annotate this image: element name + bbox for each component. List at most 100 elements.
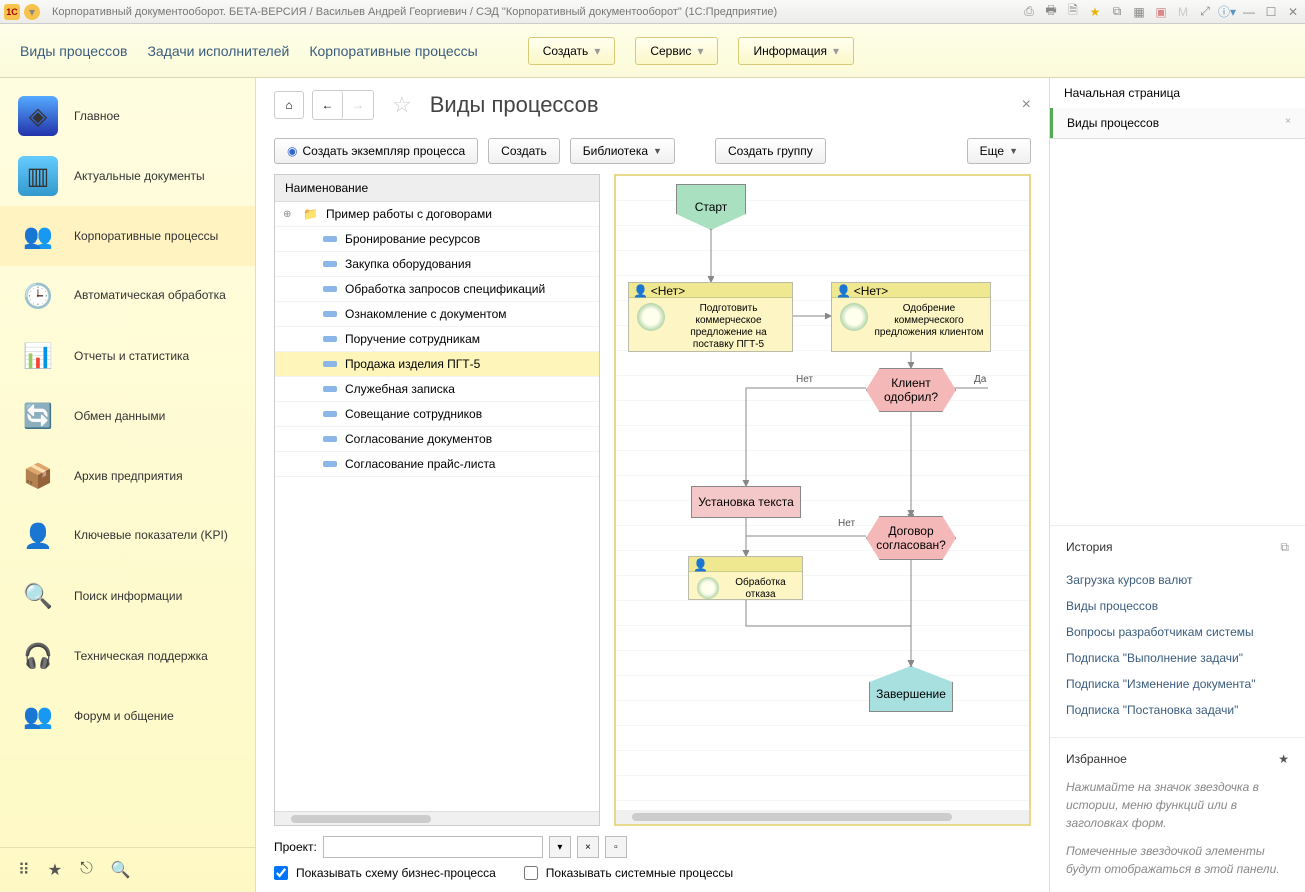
m-icon[interactable]: M [1175,4,1191,20]
edge-no-1: Нет [796,374,813,385]
show-system-checkbox[interactable]: Показывать системные процессы [524,866,733,880]
history-link[interactable]: Вопросы разработчикам системы [1066,619,1289,645]
sidebar-item-main[interactable]: ◈Главное [0,86,255,146]
create-group-button[interactable]: Создать группу [715,138,826,164]
history-link[interactable]: Подписка "Постановка задачи" [1066,697,1289,723]
more-button[interactable]: Еще▼ [967,138,1031,164]
forward-button[interactable]: → [343,91,373,119]
close-page-icon[interactable]: × [1022,96,1031,114]
show-schema-checkbox[interactable]: Показывать схему бизнес-процесса [274,866,496,880]
item-icon [323,286,337,292]
dropdown-icon[interactable]: ▾ [24,4,40,20]
sidebar-item-kpi[interactable]: 👤Ключевые показатели (KPI) [0,506,255,566]
home-button[interactable]: ⌂ [274,91,304,119]
history-link[interactable]: Виды процессов [1066,593,1289,619]
project-open-button[interactable]: ▫ [605,836,627,858]
tree-item[interactable]: Продажа изделия ПГТ-5 [275,352,599,377]
print-preview-icon[interactable]: ⎙ [1021,4,1037,20]
tree-item[interactable]: Ознакомление с документом [275,302,599,327]
fav-icon[interactable]: ★ [48,860,62,880]
create-instance-button[interactable]: ◉Создать экземпляр процесса [274,138,478,164]
history-link[interactable]: Подписка "Выполнение задачи" [1066,645,1289,671]
tab-close-icon[interactable]: × [1285,116,1291,130]
app-logo-icon: 1C [4,4,20,20]
project-clear-button[interactable]: × [577,836,599,858]
create-button[interactable]: Создать [488,138,560,164]
favorites-star-icon[interactable]: ★ [1278,752,1289,766]
search-bottom-icon[interactable]: 🔍 [111,860,131,880]
calendar-icon[interactable]: ▣ [1153,4,1169,20]
toolbar-info-button[interactable]: Информация▾ [738,37,854,65]
toolbar-service-button[interactable]: Сервис▾ [635,37,718,65]
project-input[interactable] [323,836,543,858]
sidebar-item-exchange[interactable]: 🔄Обмен данными [0,386,255,446]
user-icon [840,303,868,331]
sidebar-item-auto[interactable]: 🕒Автоматическая обработка [0,266,255,326]
item-icon [323,236,337,242]
node-task-3[interactable]: 👤 Обработка отказа [688,556,803,600]
edge-yes-1: Да [974,374,986,385]
sidebar-item-processes[interactable]: 👥Корпоративные процессы [0,206,255,266]
history-expand-icon[interactable]: ⧉ [1280,540,1289,555]
history-link[interactable]: Подписка "Изменение документа" [1066,671,1289,697]
sidebar-item-reports[interactable]: 📊Отчеты и статистика [0,326,255,386]
tree-item[interactable]: Поручение сотрудникам [275,327,599,352]
titlebar: 1C ▾ Корпоративный документооборот. БЕТА… [0,0,1305,24]
process-diagram[interactable]: Старт 👤 <Нет> Подготовить коммерческое п… [614,174,1031,826]
tree-item[interactable]: Служебная записка [275,377,599,402]
item-icon [323,436,337,442]
toolbar-create-button[interactable]: Создать▾ [528,37,616,65]
node-task-2[interactable]: 👤 <Нет> Одобрение коммерческого предложе… [831,282,991,352]
tree-item[interactable]: Обработка запросов спецификаций [275,277,599,302]
sidebar-item-archive[interactable]: 📦Архив предприятия [0,446,255,506]
tree-item[interactable]: Совещание сотрудников [275,402,599,427]
item-icon [323,386,337,392]
minimize-icon[interactable]: — [1241,4,1257,20]
calc-icon[interactable]: ▦ [1131,4,1147,20]
sidebar-item-support[interactable]: 🎧Техническая поддержка [0,626,255,686]
tree-item[interactable]: Согласование прайс-листа [275,452,599,477]
rp-tab-processes[interactable]: Виды процессов× [1050,108,1305,138]
back-button[interactable]: ← [313,91,343,119]
info-icon[interactable]: ⓘ▾ [1219,4,1235,20]
item-icon [323,411,337,417]
item-icon [323,311,337,317]
apps-icon[interactable]: ⠿ [18,860,30,880]
node-task-1[interactable]: 👤 <Нет> Подготовить коммерческое предлож… [628,282,793,352]
node-box-1[interactable]: Установка текста [691,486,801,518]
node-end[interactable]: Завершение [869,666,953,712]
collapse-icon[interactable]: ⤢ [1197,4,1213,20]
tree-header[interactable]: Наименование [275,175,599,202]
sidebar-item-docs[interactable]: ▥Актуальные документы [0,146,255,206]
star-icon[interactable]: ★ [1087,4,1103,20]
toolbar-link-0[interactable]: Виды процессов [20,43,127,59]
history-icon[interactable]: ⎋ [80,860,93,880]
item-icon [323,461,337,467]
sidebar-item-forum[interactable]: 👥Форум и общение [0,686,255,746]
tree-item[interactable]: Бронирование ресурсов [275,227,599,252]
tree-folder[interactable]: ⊕ 📁 Пример работы с договорами [275,202,599,227]
tree-item[interactable]: Согласование документов [275,427,599,452]
tree-item[interactable]: Закупка оборудования [275,252,599,277]
user-icon [637,303,665,331]
rp-tab-home[interactable]: Начальная страница [1050,78,1305,108]
project-dropdown-button[interactable]: ▾ [549,836,571,858]
node-decision-1[interactable]: Клиент одобрил? [866,368,956,412]
link-icon[interactable]: ⧉ [1109,4,1125,20]
maximize-icon[interactable]: ☐ [1263,4,1279,20]
diagram-scrollbar[interactable] [616,810,1029,824]
tree-scrollbar[interactable] [275,811,599,825]
node-decision-2[interactable]: Договор согласован? [866,516,956,560]
node-start[interactable]: Старт [676,184,746,230]
library-button[interactable]: Библиотека▼ [570,138,675,164]
folder-icon: 📁 [303,207,318,221]
history-link[interactable]: Загрузка курсов валют [1066,567,1289,593]
close-window-icon[interactable]: ✕ [1285,4,1301,20]
expand-icon[interactable]: ⊕ [283,209,295,220]
toolbar-link-2[interactable]: Корпоративные процессы [309,43,477,59]
doc-icon[interactable]: 🗎 [1065,4,1081,20]
print-icon[interactable]: 🖶 [1043,4,1059,20]
favorite-star-icon[interactable]: ☆ [392,92,412,118]
sidebar-item-search[interactable]: 🔍Поиск информации [0,566,255,626]
toolbar-link-1[interactable]: Задачи исполнителей [147,43,289,59]
